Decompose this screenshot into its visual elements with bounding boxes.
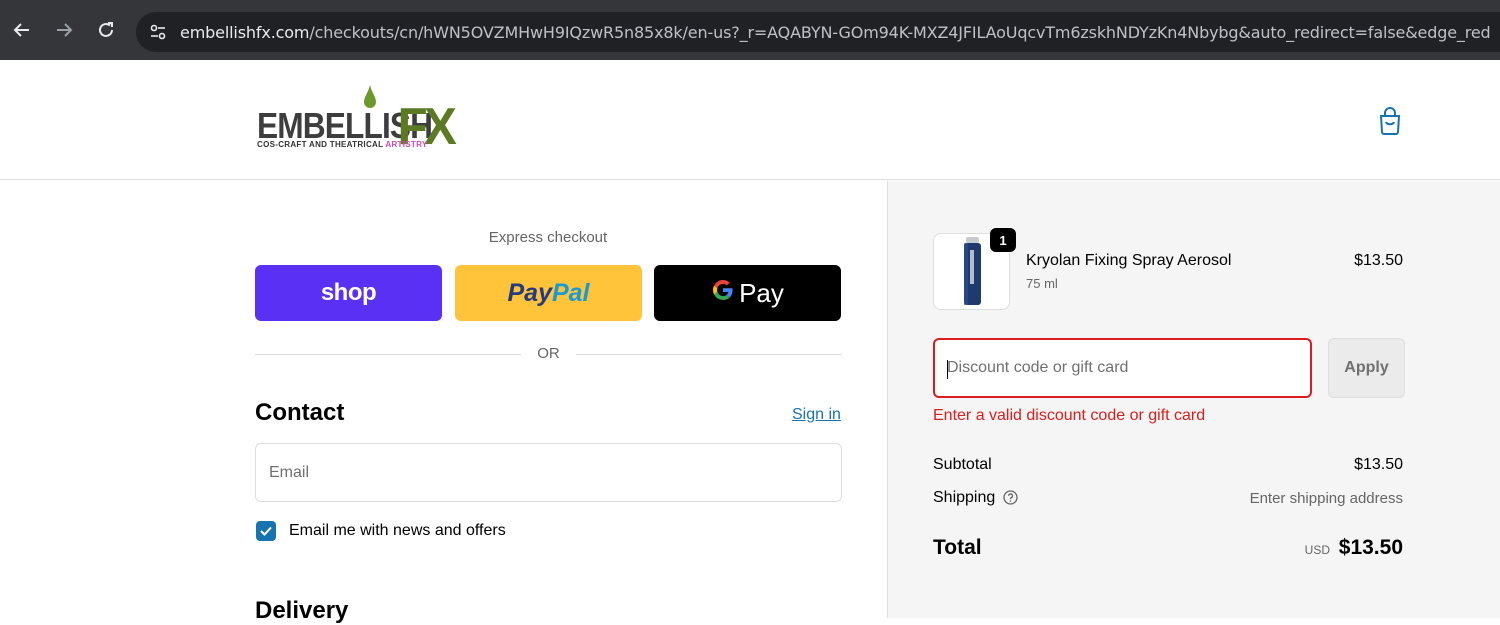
- total-label: Total: [933, 536, 982, 559]
- text-caret: [947, 360, 948, 379]
- checkout-form: Express checkout shop Pay Pal Pay OR Cont…: [0, 181, 887, 624]
- url-host: embellishfx.com: [180, 23, 310, 42]
- address-url[interactable]: embellishfx.com/checkouts/cn/hWN5OVZMHwH…: [180, 23, 1490, 42]
- store-logo[interactable]: EMBELLISH FX COS-CRAFT AND THEATRICAL AR…: [256, 85, 472, 156]
- paypal-button[interactable]: Pay Pal: [455, 265, 642, 321]
- paypal-label-part1: Pay: [507, 278, 552, 307]
- discount-field-wrapper: [933, 338, 1312, 398]
- divider-line-left: [255, 354, 521, 355]
- total-currency: USD: [1304, 543, 1330, 557]
- express-checkout-label: Express checkout: [488, 229, 608, 246]
- google-pay-label: Pay: [739, 277, 784, 308]
- browser-toolbar: embellishfx.com/checkouts/cn/hWN5OVZMHwH…: [0, 0, 1500, 60]
- delivery-heading: Delivery: [255, 597, 349, 624]
- url-path: /checkouts/cn/hWN5OVZMHwH9IQzwR5n85x8k/e…: [309, 23, 1490, 42]
- discount-error-message: Enter a valid discount code or gift card: [933, 407, 1206, 424]
- reload-icon[interactable]: [94, 18, 118, 42]
- subtotal-label: Subtotal: [933, 456, 992, 473]
- paypal-label-part2: Pal: [551, 278, 590, 307]
- discount-code-input[interactable]: [935, 340, 1310, 396]
- shop-pay-label: shop: [320, 279, 377, 306]
- news-checkbox[interactable]: [256, 521, 276, 541]
- divider-line-right: [576, 354, 842, 355]
- news-checkbox-row[interactable]: Email me with news and offers: [256, 520, 506, 542]
- help-circle-icon[interactable]: [1003, 490, 1018, 505]
- quantity-badge: 1: [990, 228, 1016, 252]
- contact-heading: Contact: [255, 399, 345, 426]
- email-field-wrapper: [255, 443, 842, 502]
- address-bar[interactable]: embellishfx.com/checkouts/cn/hWN5OVZMHwH…: [136, 12, 1500, 52]
- shipping-label: Shipping: [933, 489, 996, 506]
- product-variant: 75 ml: [1026, 276, 1058, 291]
- tune-icon[interactable]: [146, 20, 170, 44]
- logo-tagline: COS-CRAFT AND THEATRICAL ARTISTRY: [257, 140, 428, 149]
- or-label: OR: [537, 345, 560, 362]
- total-value: $13.50: [1338, 536, 1403, 559]
- google-g-icon: [711, 278, 735, 309]
- arrow-right-icon[interactable]: [52, 18, 76, 42]
- product-name: Kryolan Fixing Spray Aerosol: [1026, 252, 1232, 269]
- news-checkbox-label: Email me with news and offers: [289, 522, 506, 539]
- sign-in-link[interactable]: Sign in: [792, 406, 841, 424]
- shipping-value: Enter shipping address: [1249, 490, 1403, 507]
- arrow-left-icon[interactable]: [10, 18, 34, 42]
- subtotal-value: $13.50: [1354, 456, 1403, 473]
- store-header: EMBELLISH FX COS-CRAFT AND THEATRICAL AR…: [0, 60, 1500, 180]
- google-pay-button[interactable]: Pay: [654, 265, 841, 321]
- logo-tagline-art: ARTISTRY: [385, 140, 428, 149]
- order-summary: 1 Kryolan Fixing Spray Aerosol 75 ml $13…: [887, 181, 1500, 618]
- product-price: $13.50: [1354, 252, 1403, 269]
- logo-tagline-prefix: COS-CRAFT AND THEATRICAL: [257, 140, 386, 149]
- apply-button[interactable]: Apply: [1328, 338, 1405, 398]
- shopping-bag-icon[interactable]: [1376, 106, 1404, 136]
- checkmark-icon: [260, 526, 272, 536]
- or-divider: OR: [255, 344, 842, 364]
- email-field[interactable]: [256, 444, 841, 501]
- shop-pay-button[interactable]: shop: [255, 265, 442, 321]
